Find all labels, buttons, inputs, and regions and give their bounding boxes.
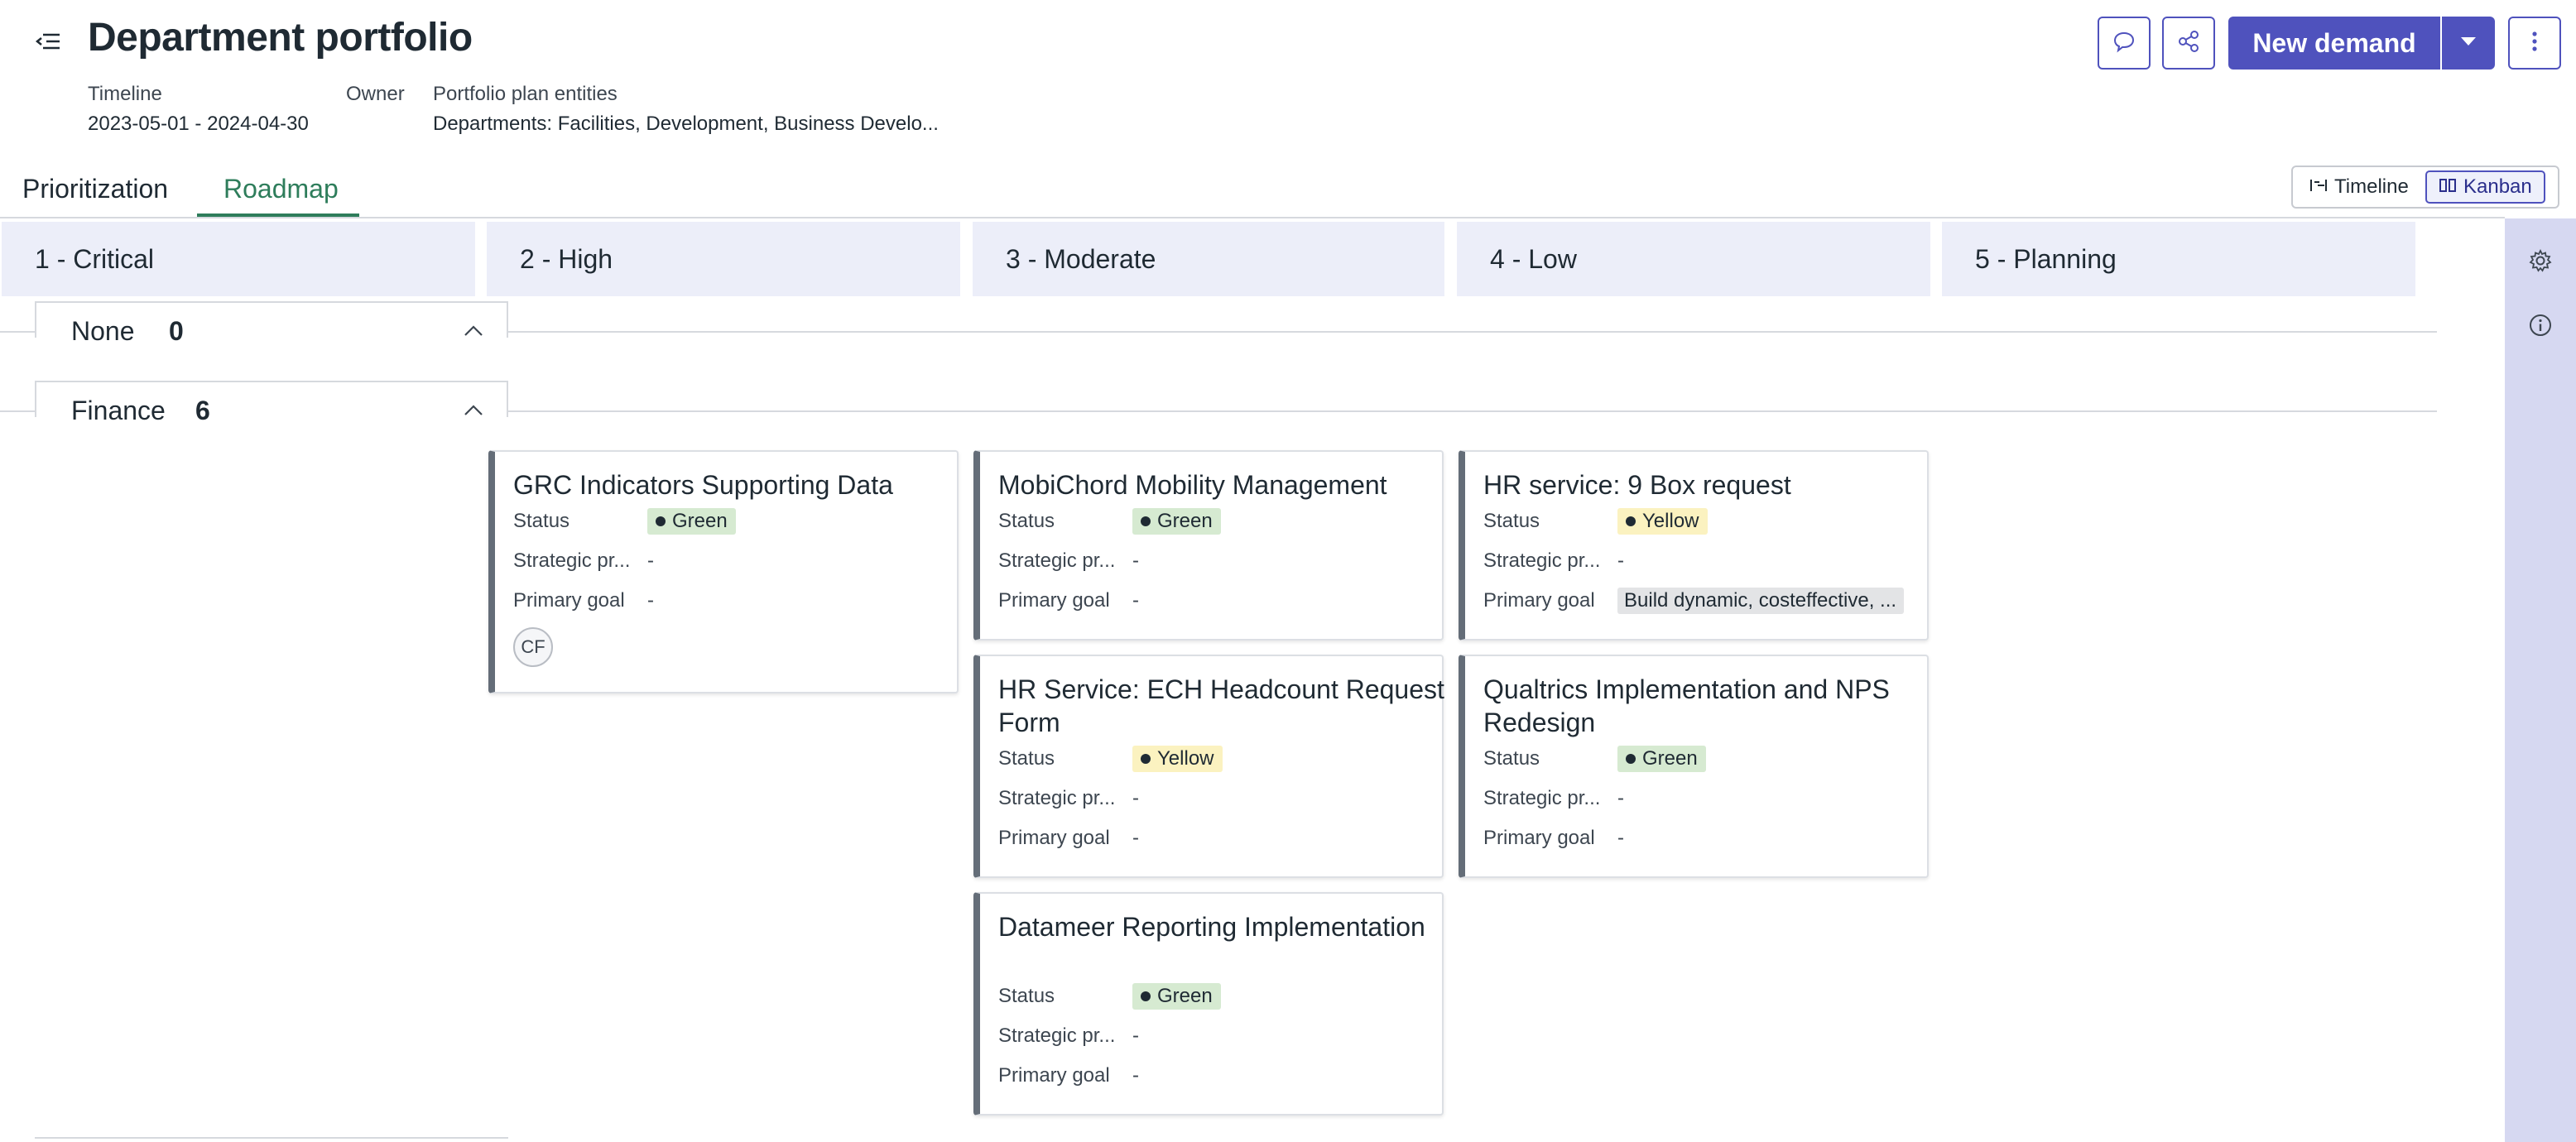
status-badge: Yellow: [1617, 508, 1708, 535]
page-title: Department portfolio: [88, 16, 473, 60]
primary-goal-value: -: [1617, 827, 1624, 849]
demand-card[interactable]: Qualtrics Implementation and NPS Redesig…: [1459, 655, 1929, 878]
primary-goal-value: -: [1132, 589, 1139, 612]
demand-card[interactable]: HR service: 9 Box request Status Yellow …: [1459, 450, 1929, 641]
chevron-up-icon[interactable]: [460, 318, 487, 344]
card-title[interactable]: MobiChord Mobility Management: [998, 468, 1445, 501]
column-header-low: 4 - Low: [1457, 222, 1930, 296]
new-demand-button[interactable]: New demand: [2228, 17, 2440, 70]
timeline-value: 2023-05-01 - 2024-04-30: [88, 113, 309, 135]
primary-goal-label: Primary goal: [998, 827, 1110, 849]
lane-name: Finance: [71, 396, 166, 425]
strategic-value: -: [647, 549, 654, 572]
column-header-moderate: 3 - Moderate: [973, 222, 1444, 296]
avatar[interactable]: CF: [513, 627, 553, 667]
chevron-up-icon[interactable]: [460, 397, 487, 424]
status-label: Status: [998, 985, 1055, 1007]
timeline-label: Timeline: [88, 83, 162, 105]
strategic-label: Strategic pr...: [998, 549, 1116, 572]
primary-goal-value: -: [647, 589, 654, 612]
timeline-view-button[interactable]: Timeline: [2298, 170, 2420, 204]
status-badge: Yellow: [1132, 746, 1223, 772]
lane-name: None: [71, 316, 135, 346]
column-header-planning: 5 - Planning: [1942, 222, 2415, 296]
tab-roadmap[interactable]: Roadmap: [223, 174, 339, 204]
primary-goal-chip: Build dynamic, costeffective, ...: [1617, 588, 1904, 614]
demand-card[interactable]: MobiChord Mobility Management Status Gre…: [973, 450, 1444, 641]
share-icon: [2176, 29, 2201, 58]
status-label: Status: [1483, 510, 1540, 532]
lane-count: 6: [195, 396, 210, 425]
primary-goal-label: Primary goal: [998, 1064, 1110, 1087]
column-header-critical: 1 - Critical: [2, 222, 475, 296]
primary-goal-value: -: [1132, 827, 1139, 849]
primary-goal-value: -: [1132, 1064, 1139, 1087]
card-title[interactable]: HR Service: ECH Headcount Request Form: [998, 673, 1445, 739]
card-title[interactable]: HR service: 9 Box request: [1483, 468, 1930, 501]
strategic-label: Strategic pr...: [1483, 549, 1601, 572]
comment-icon: [2112, 29, 2136, 58]
timeline-view-label: Timeline: [2334, 175, 2409, 198]
strategic-value: -: [1617, 787, 1624, 809]
strategic-label: Strategic pr...: [513, 549, 631, 572]
status-badge: Green: [1132, 508, 1221, 535]
new-demand-menu-button[interactable]: [2442, 17, 2495, 70]
comment-button[interactable]: [2098, 17, 2151, 70]
card-title[interactable]: GRC Indicators Supporting Data: [513, 468, 960, 501]
timeline-icon: [2309, 175, 2328, 199]
primary-goal-label: Primary goal: [998, 589, 1110, 612]
next-lane-header: [35, 1137, 508, 1142]
strategic-value: -: [1132, 787, 1139, 809]
status-badge: Green: [1617, 746, 1706, 772]
caret-down-icon: [2458, 35, 2478, 52]
strategic-value: -: [1617, 549, 1624, 572]
share-button[interactable]: [2162, 17, 2215, 70]
page-header: Department portfolio Timeline 2023-05-01…: [0, 0, 2576, 157]
strategic-label: Strategic pr...: [1483, 787, 1601, 809]
status-badge: Green: [1132, 983, 1221, 1010]
gear-icon[interactable]: [2523, 243, 2558, 278]
lane-count: 0: [169, 316, 184, 346]
demand-card[interactable]: Datameer Reporting Implementation Status…: [973, 892, 1444, 1116]
demand-card[interactable]: HR Service: ECH Headcount Request Form S…: [973, 655, 1444, 878]
status-badge: Green: [647, 508, 736, 535]
card-title[interactable]: Datameer Reporting Implementation: [998, 910, 1445, 943]
tabs-divider: [0, 217, 2505, 218]
view-toggle: Timeline Kanban: [2291, 166, 2559, 209]
kanban-view-label: Kanban: [2463, 175, 2532, 198]
entities-value[interactable]: Departments: Facilities, Development, Bu…: [433, 113, 939, 136]
kanban-icon: [2439, 175, 2457, 199]
column-header-high: 2 - High: [487, 222, 960, 296]
primary-goal-label: Primary goal: [1483, 827, 1595, 849]
status-label: Status: [998, 747, 1055, 770]
strategic-value: -: [1132, 549, 1139, 572]
strategic-label: Strategic pr...: [998, 787, 1116, 809]
tab-prioritization[interactable]: Prioritization: [22, 174, 168, 204]
primary-goal-label: Primary goal: [513, 589, 625, 612]
primary-goal-label: Primary goal: [1483, 589, 1595, 612]
kanban-view-button[interactable]: Kanban: [2425, 170, 2545, 204]
collapse-sidebar-icon[interactable]: [31, 26, 66, 56]
strategic-value: -: [1132, 1024, 1139, 1047]
demand-card[interactable]: GRC Indicators Supporting Data Status Gr…: [488, 450, 959, 693]
right-rail: [2505, 218, 2576, 1142]
entities-label: Portfolio plan entities: [433, 83, 618, 105]
strategic-label: Strategic pr...: [998, 1024, 1116, 1047]
more-vertical-icon: [2530, 29, 2539, 58]
owner-label: Owner: [346, 83, 405, 105]
status-label: Status: [513, 510, 570, 532]
status-label: Status: [998, 510, 1055, 532]
status-label: Status: [1483, 747, 1540, 770]
info-icon[interactable]: [2523, 308, 2558, 343]
more-actions-button[interactable]: [2508, 17, 2561, 70]
card-title[interactable]: Qualtrics Implementation and NPS Redesig…: [1483, 673, 1930, 739]
